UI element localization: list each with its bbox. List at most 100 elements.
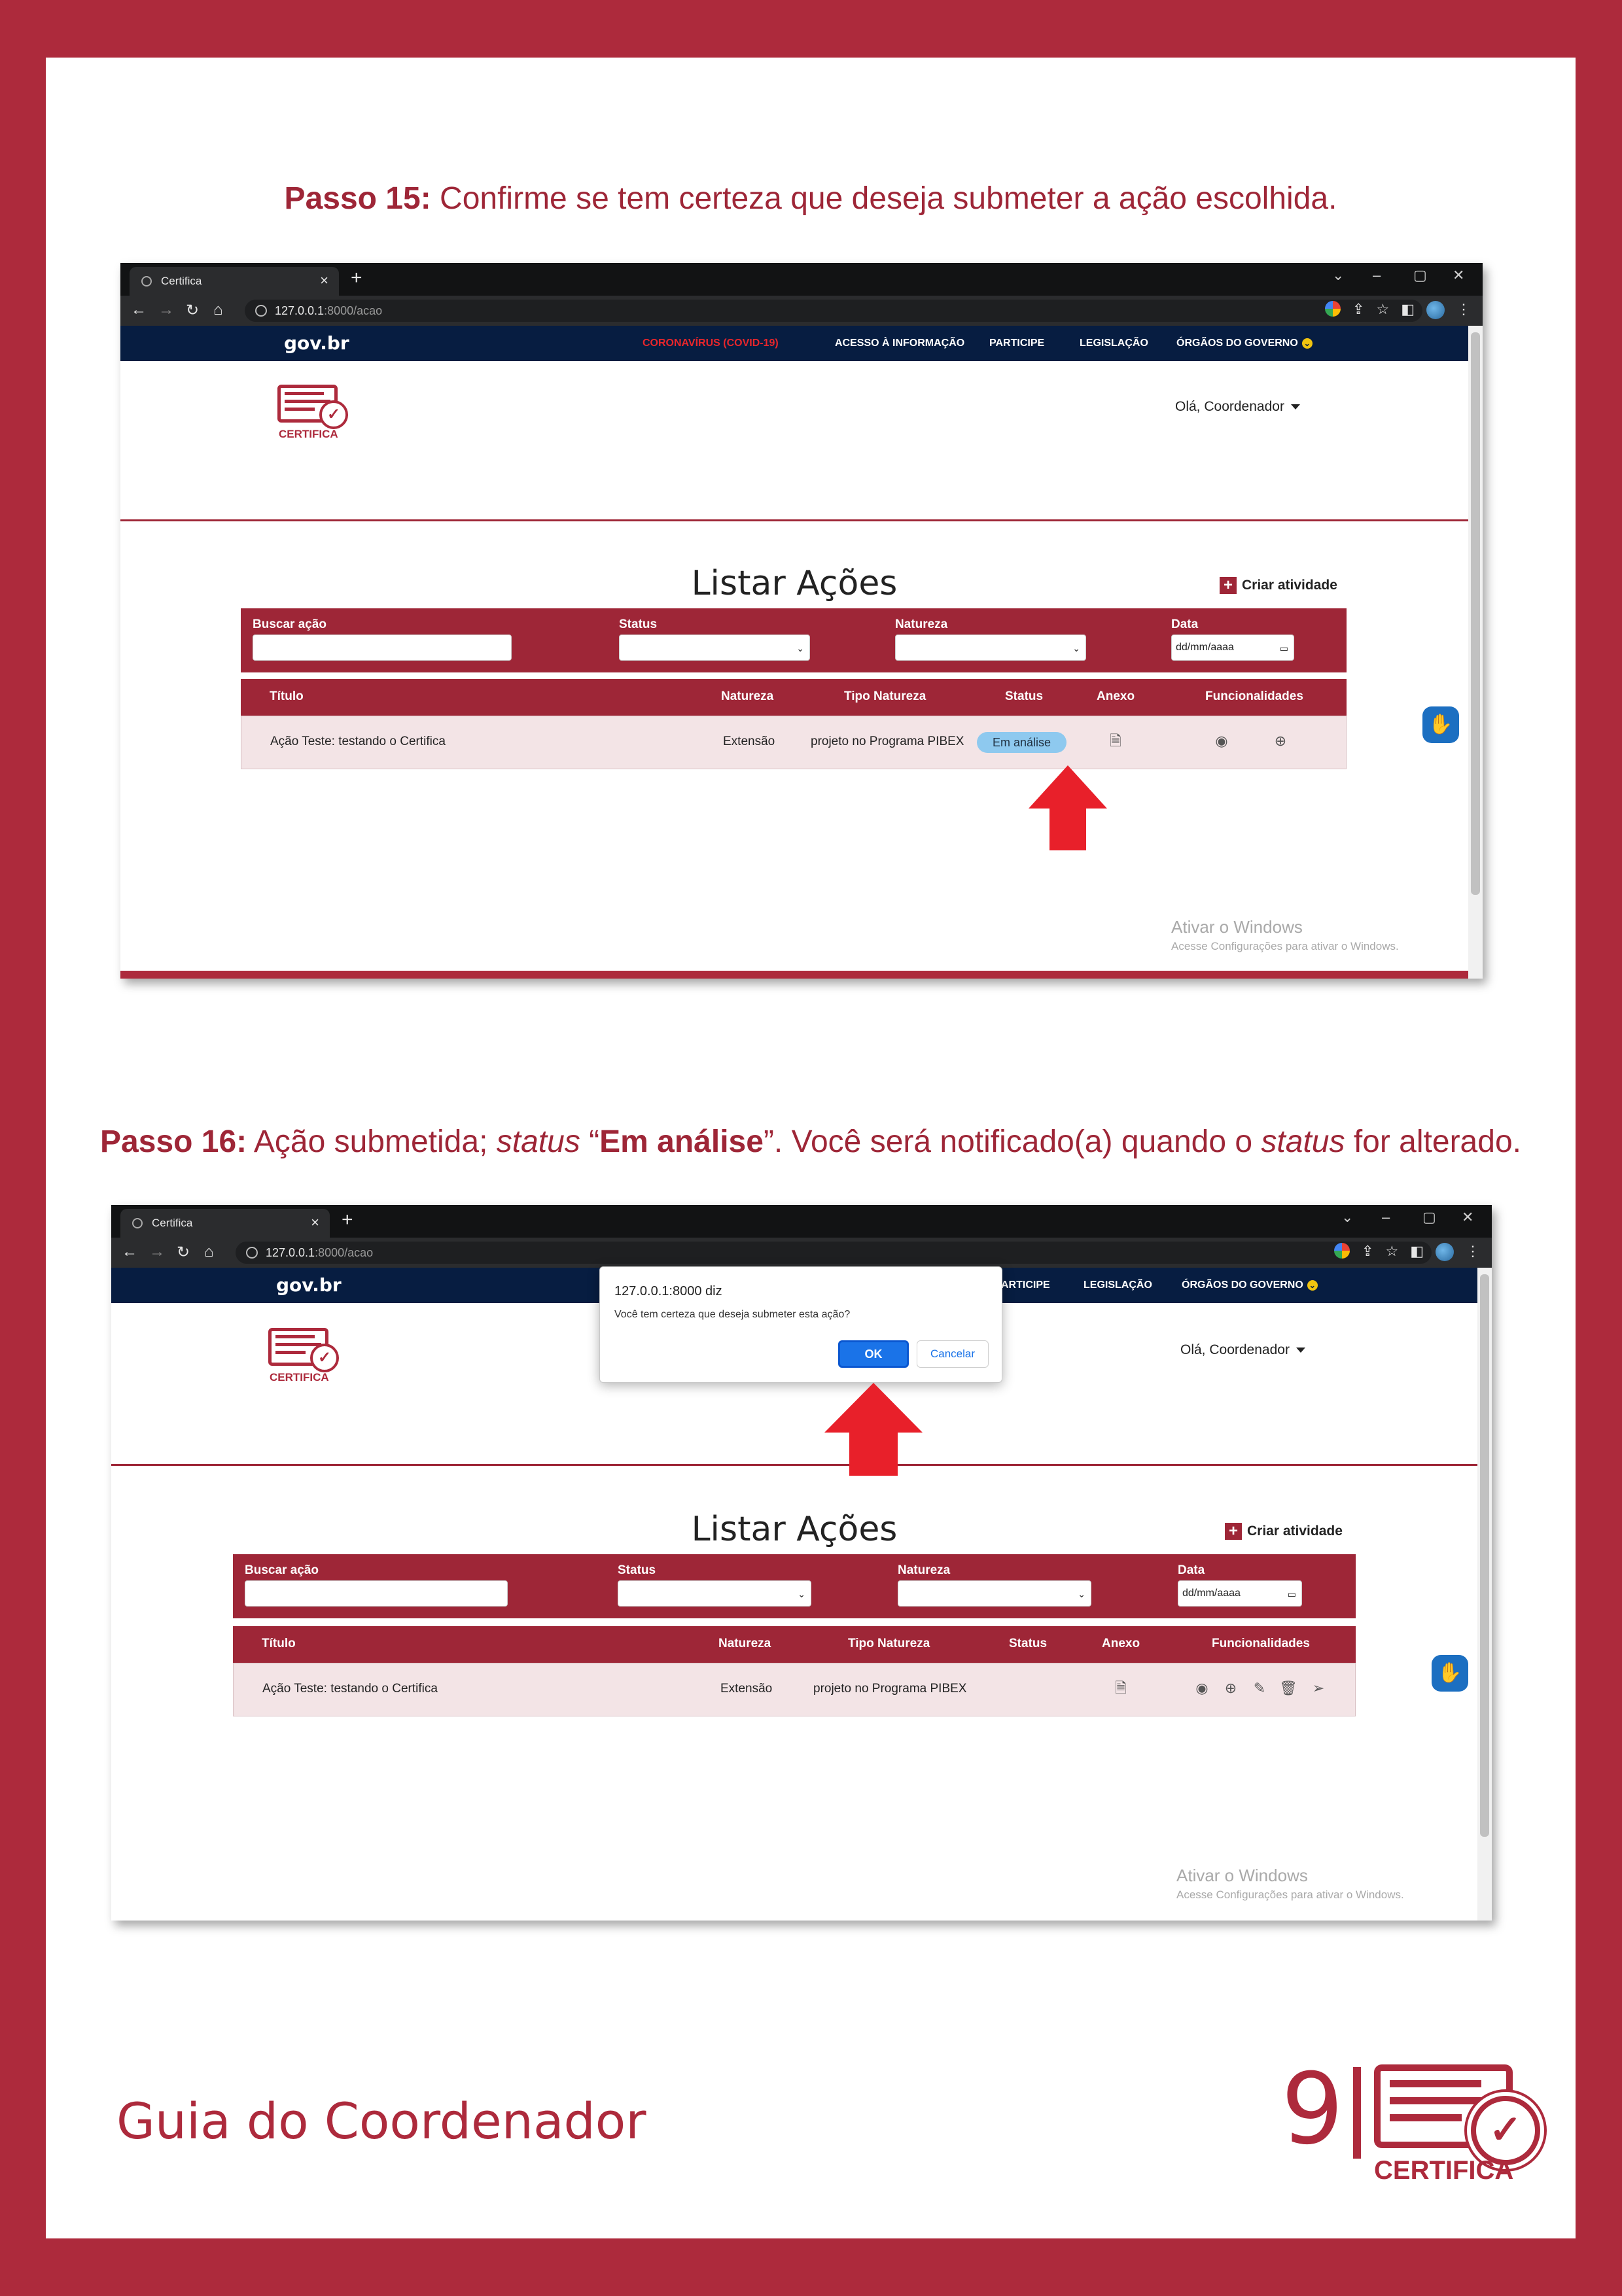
profile-icon[interactable]: [1436, 1243, 1454, 1261]
url-input[interactable]: 127.0.0.1:8000/acao: [236, 1242, 1432, 1264]
trash-icon[interactable]: 🗑: [1279, 1679, 1297, 1697]
google-icon[interactable]: [1325, 301, 1341, 317]
search-input[interactable]: [245, 1580, 508, 1607]
status-label: Status: [618, 1563, 656, 1577]
google-icon[interactable]: [1334, 1243, 1350, 1259]
sidepanel-icon[interactable]: ◧: [1410, 1243, 1424, 1261]
info-icon[interactable]: [255, 305, 267, 317]
profile-icon[interactable]: [1426, 301, 1445, 319]
new-tab-plus-icon[interactable]: +: [342, 1209, 353, 1231]
watermark-line-2: Acesse Configurações para ativar o Windo…: [1176, 1888, 1404, 1901]
home-icon[interactable]: ⌂: [204, 1243, 214, 1261]
accessibility-icon[interactable]: ✋: [1422, 706, 1459, 743]
user-menu[interactable]: Olá, Coordenador: [1180, 1342, 1305, 1358]
sidepanel-icon[interactable]: ◧: [1401, 301, 1415, 319]
calendar-icon[interactable]: ▭: [1288, 1589, 1296, 1600]
red-arrow-up: [824, 1383, 923, 1476]
site-logo[interactable]: ✓ CERTIFICA: [277, 385, 351, 441]
file-icon[interactable]: 🗎: [1112, 1679, 1130, 1697]
gov-link-legislacao[interactable]: LEGISLAÇÃO: [1080, 338, 1148, 349]
gov-link-orgaos[interactable]: ÓRGÃOS DO GOVERNO ⌄: [1176, 338, 1313, 349]
gov-logo[interactable]: gov.br: [284, 332, 349, 354]
send-icon[interactable]: ➢: [1309, 1679, 1328, 1697]
url-host: 127.0.0.1: [275, 304, 325, 317]
window-close-icon[interactable]: ✕: [1462, 1209, 1473, 1226]
reload-icon[interactable]: ↻: [177, 1243, 190, 1262]
date-input[interactable]: dd/mm/aaaa ▭: [1171, 635, 1294, 661]
minimize-icon[interactable]: –: [1382, 1209, 1390, 1226]
cancel-button[interactable]: Cancelar: [917, 1340, 989, 1368]
site-logo[interactable]: ✓ CERTIFICA: [268, 1328, 342, 1384]
windows-activation-watermark: Ativar o Windows Acesse Configurações pa…: [1171, 917, 1399, 953]
address-bar-icons: ⇪ ☆ ◧ ⋮: [1325, 301, 1471, 319]
info-icon[interactable]: [246, 1247, 258, 1259]
gov-link-acesso[interactable]: ACESSO À INFORMAÇÃO: [835, 338, 964, 349]
gov-link-orgaos-label: ÓRGÃOS DO GOVERNO: [1176, 338, 1298, 349]
forward-icon[interactable]: →: [158, 301, 174, 319]
tab-search-chevron-icon[interactable]: ⌄: [1332, 267, 1344, 284]
create-activity-button[interactable]: + Criar atividade: [1220, 577, 1337, 594]
file-icon[interactable]: 🗎: [1106, 732, 1125, 750]
home-icon[interactable]: ⌂: [213, 301, 223, 319]
gov-link-orgaos[interactable]: ÓRGÃOS DO GOVERNO ⌄: [1182, 1279, 1318, 1291]
new-tab-plus-icon[interactable]: +: [351, 267, 362, 289]
nature-select[interactable]: ⌄: [898, 1580, 1091, 1607]
url-input[interactable]: 127.0.0.1:8000/acao: [245, 300, 1422, 322]
close-icon[interactable]: ×: [320, 272, 328, 289]
pencil-icon[interactable]: ✎: [1250, 1679, 1269, 1697]
browser-address-bar: ← → ↻ ⌂ 127.0.0.1:8000/acao ⇪ ☆ ◧ ⋮: [111, 1238, 1492, 1268]
user-greeting: Olá, Coordenador: [1175, 399, 1284, 414]
dialog-origin: 127.0.0.1:8000 diz: [614, 1284, 722, 1298]
browser-tab[interactable]: Certifica ×: [120, 1209, 330, 1238]
th-nature-type: Tipo Natureza: [848, 1637, 930, 1650]
caret-down-icon: [1296, 1348, 1305, 1353]
plus-circle-icon[interactable]: ⊕: [1222, 1679, 1240, 1697]
create-activity-button[interactable]: + Criar atividade: [1225, 1523, 1343, 1540]
browser-tab[interactable]: Certifica ×: [130, 267, 339, 296]
back-icon[interactable]: ←: [131, 301, 147, 319]
share-icon[interactable]: ⇪: [1352, 301, 1364, 319]
forward-icon[interactable]: →: [149, 1243, 165, 1261]
step-15-label: Passo 15:: [284, 181, 431, 216]
scrollbar[interactable]: [1477, 1268, 1492, 1921]
restore-icon[interactable]: ▢: [1422, 1209, 1436, 1226]
eye-icon[interactable]: ◉: [1212, 732, 1231, 750]
close-icon[interactable]: ×: [311, 1214, 319, 1231]
status-select[interactable]: ⌄: [619, 635, 810, 661]
restore-icon[interactable]: ▢: [1413, 267, 1427, 284]
user-menu[interactable]: Olá, Coordenador: [1175, 399, 1300, 415]
scrollbar-thumb[interactable]: [1480, 1274, 1489, 1837]
step-16-part-4: Em análise: [599, 1124, 764, 1159]
ok-button[interactable]: OK: [838, 1340, 909, 1368]
screenshot-step-16: Certifica × + ⌄ – ▢ ✕ ← → ↻ ⌂ 127.0.0.1:…: [111, 1205, 1492, 1921]
search-input[interactable]: [253, 635, 512, 661]
status-select[interactable]: ⌄: [618, 1580, 811, 1607]
eye-icon[interactable]: ◉: [1193, 1679, 1211, 1697]
gov-link-participe[interactable]: ARTICIPE: [1001, 1279, 1050, 1291]
nature-select[interactable]: ⌄: [895, 635, 1086, 661]
select-chevron-icon: ⌄: [1072, 643, 1080, 653]
star-icon[interactable]: ☆: [1385, 1243, 1398, 1261]
date-input[interactable]: dd/mm/aaaa ▭: [1178, 1580, 1302, 1607]
plus-circle-icon[interactable]: ⊕: [1271, 732, 1290, 750]
gov-link-orgaos-label: ÓRGÃOS DO GOVERNO: [1182, 1279, 1303, 1291]
minimize-icon[interactable]: –: [1373, 267, 1381, 284]
window-close-icon[interactable]: ✕: [1453, 267, 1464, 284]
tab-search-chevron-icon[interactable]: ⌄: [1341, 1209, 1353, 1226]
calendar-icon[interactable]: ▭: [1280, 643, 1288, 654]
gov-link-covid[interactable]: CORONAVÍRUS (COVID-19): [643, 338, 779, 349]
th-status: Status: [1009, 1637, 1048, 1650]
menu-icon[interactable]: ⋮: [1466, 1243, 1480, 1261]
share-icon[interactable]: ⇪: [1362, 1243, 1373, 1261]
star-icon[interactable]: ☆: [1376, 301, 1389, 319]
gov-link-legislacao[interactable]: LEGISLAÇÃO: [1084, 1279, 1152, 1291]
scrollbar[interactable]: [1468, 326, 1483, 979]
reload-icon[interactable]: ↻: [186, 301, 199, 320]
footer-title: Guia do Coordenador: [116, 2092, 646, 2150]
back-icon[interactable]: ←: [122, 1243, 137, 1261]
scrollbar-thumb[interactable]: [1471, 332, 1480, 895]
accessibility-icon[interactable]: ✋: [1432, 1655, 1468, 1692]
gov-link-participe[interactable]: PARTICIPE: [989, 338, 1044, 349]
gov-logo[interactable]: gov.br: [276, 1274, 342, 1296]
menu-icon[interactable]: ⋮: [1456, 301, 1471, 319]
